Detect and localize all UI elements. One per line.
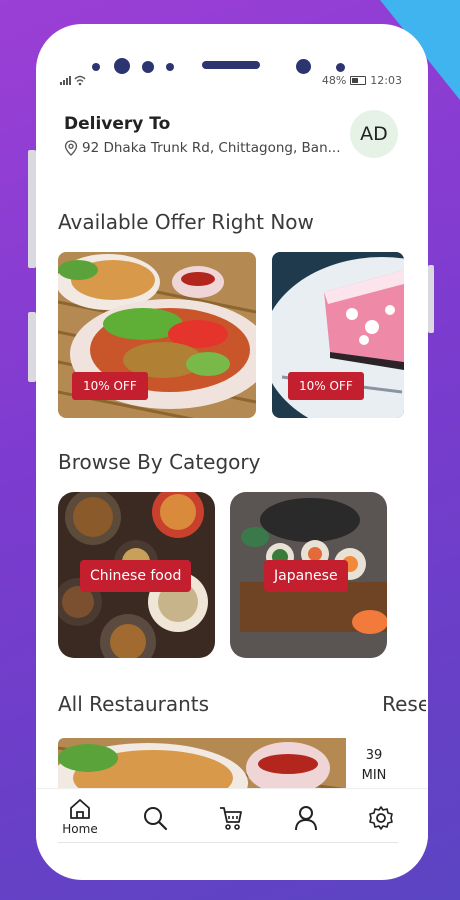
category-card-chinese[interactable]: Chinese food <box>58 492 215 658</box>
battery-icon <box>350 76 367 85</box>
phone-sensors <box>36 42 428 74</box>
app-screen: Delivery To 92 Dhaka Trunk Rd, Chittagon… <box>58 102 426 812</box>
battery-percent: 48% <box>321 74 347 87</box>
nav-home[interactable]: Home <box>60 797 100 836</box>
delivery-time-badge: 39 MIN <box>346 738 402 794</box>
status-bar: 48% 12:03 <box>60 74 402 90</box>
nav-profile[interactable] <box>286 805 326 831</box>
avatar[interactable]: AD <box>350 110 398 158</box>
categories-title: Browse By Category <box>58 450 261 474</box>
clock: 12:03 <box>370 74 402 87</box>
nav-settings[interactable] <box>361 805 401 831</box>
profile-icon <box>295 806 317 831</box>
offers-title: Available Offer Right Now <box>58 210 314 234</box>
signal-wifi-indicator <box>60 74 86 89</box>
phone-frame: 48% 12:03 Delivery To 92 Dhaka Trunk Rd,… <box>36 24 428 880</box>
bottom-navigation: Home <box>36 788 428 847</box>
offer-discount-badge: 10% OFF <box>288 372 364 400</box>
phone-side-button-left-top <box>28 150 36 268</box>
offer-discount-badge: 10% OFF <box>72 372 148 400</box>
offer-card[interactable]: 10% OFF <box>272 252 404 418</box>
nav-search[interactable] <box>135 805 175 831</box>
search-icon <box>144 807 168 831</box>
signal-icon <box>60 75 86 86</box>
phone-side-button-right <box>428 265 434 333</box>
delivery-address-text: 92 Dhaka Trunk Rd, Chittagong, Ban... <box>82 140 341 156</box>
delivery-title: Delivery To <box>64 114 171 134</box>
nav-cart[interactable] <box>211 805 251 831</box>
nav-home-label: Home <box>62 822 98 836</box>
category-label: Chinese food <box>80 560 192 592</box>
home-icon <box>70 799 90 819</box>
navbar-underline <box>58 842 398 843</box>
delivery-address[interactable]: 92 Dhaka Trunk Rd, Chittagong, Ban... <box>64 140 341 156</box>
offer-card[interactable]: 10% OFF <box>58 252 256 418</box>
delivery-time-unit: MIN <box>361 768 387 783</box>
reset-link[interactable]: Reset <box>382 692 426 716</box>
delivery-time-value: 39 <box>365 748 383 763</box>
location-pin-icon <box>64 140 78 156</box>
category-card-japanese[interactable]: Japanese <box>230 492 387 658</box>
restaurants-title: All Restaurants <box>58 692 210 716</box>
cart-icon <box>220 807 242 830</box>
phone-side-button-left-bottom <box>28 312 36 382</box>
category-label: Japanese <box>264 560 348 592</box>
settings-icon <box>369 806 393 830</box>
